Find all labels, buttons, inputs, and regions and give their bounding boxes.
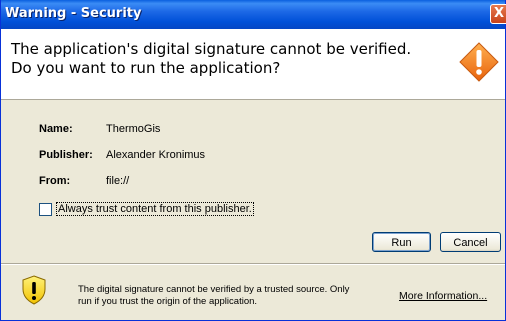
footer-message: The digital signature cannot be verified…: [78, 284, 349, 308]
name-label: Name:: [39, 123, 73, 135]
from-value: file://: [106, 175, 130, 187]
security-warning-dialog: Warning - Security X The application's d…: [0, 0, 506, 321]
more-information-link[interactable]: More Information...: [399, 290, 487, 302]
cancel-button[interactable]: Cancel: [440, 232, 501, 252]
close-button[interactable]: X: [490, 4, 506, 24]
dialog-header: The application's digital signature cann…: [1, 29, 505, 100]
warning-diamond-icon: [459, 42, 499, 82]
headline-line-1: The application's digital signature cann…: [11, 40, 412, 58]
footer-separator: [1, 263, 505, 265]
headline: The application's digital signature cann…: [11, 40, 411, 78]
name-value: ThermoGis: [106, 123, 161, 135]
trust-publisher-checkbox[interactable]: [39, 203, 52, 216]
more-information-label[interactable]: More Information...: [399, 290, 487, 302]
publisher-value: Alexander Kronimus: [106, 149, 206, 161]
warning-shield-icon: [22, 275, 46, 305]
from-label: From:: [39, 175, 71, 187]
headline-line-2: Do you want to run the application?: [11, 59, 281, 77]
close-icon: X: [494, 6, 505, 21]
footer-message-line-2: run if you trust the origin of the appli…: [78, 296, 258, 307]
publisher-label: Publisher:: [39, 149, 93, 161]
trust-publisher-label[interactable]: Always trust content from this publisher…: [56, 202, 254, 216]
footer-message-line-1: The digital signature cannot be verified…: [78, 284, 350, 295]
window-title: Warning - Security: [5, 6, 142, 21]
run-button[interactable]: Run: [372, 232, 431, 252]
title-bar[interactable]: Warning - Security X: [1, 0, 506, 29]
